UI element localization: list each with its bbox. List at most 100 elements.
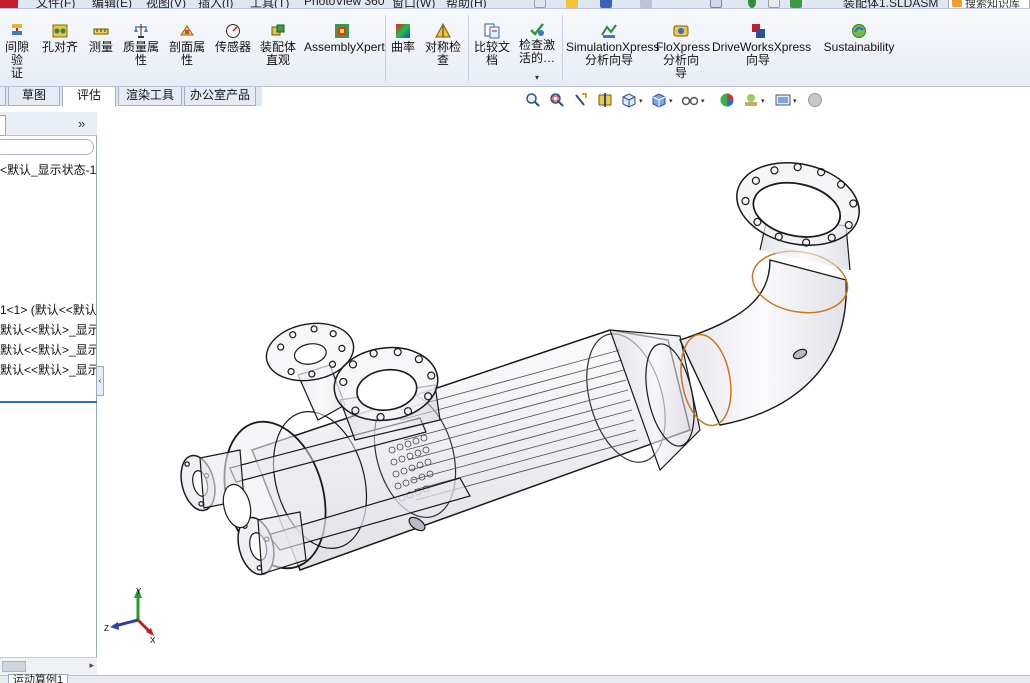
- mass-properties-button[interactable]: 质量属 性: [120, 23, 162, 67]
- view-settings-icon[interactable]: [775, 92, 791, 108]
- tab-motion-study[interactable]: 运动算例1: [8, 674, 69, 683]
- simulationxpress-icon: [601, 24, 617, 38]
- feature-manager-panel: » <默认_显示状态-1 1<1> (默认<<默认 默认<<默认>_显示 默认<…: [0, 112, 97, 683]
- triad-y-label: Y: [136, 587, 142, 596]
- check-active-dropdown-icon[interactable]: ▾: [535, 73, 539, 82]
- section-properties-button[interactable]: 剖面属 性: [166, 23, 208, 67]
- check-active-button[interactable]: 检查激 活的…: [515, 21, 559, 65]
- sensor-label: 传感器: [214, 40, 251, 54]
- toolbar-separator: [385, 15, 386, 81]
- tree-item-component[interactable]: 默认<<默认>_显示: [0, 361, 96, 378]
- assembly-visualization-label: 装配体 直观: [259, 40, 296, 67]
- feature-manager-tab[interactable]: [0, 115, 6, 136]
- command-manager: 间隙验 证 孔对齐 测量 质量属 性 剖面属 性 传感器 装配体 直观 Asse…: [0, 9, 1030, 87]
- sensor-icon: [226, 24, 240, 38]
- check-active-label: 检查激 活的…: [518, 38, 555, 65]
- display-style-icon[interactable]: [651, 92, 667, 108]
- curvature-label: 曲率: [390, 40, 415, 54]
- view-settings-dropdown-icon[interactable]: ▾: [793, 97, 797, 105]
- simulationxpress-button[interactable]: SimulationXpress 分析向导: [566, 23, 660, 67]
- solidworks-logo-icon[interactable]: [0, 0, 18, 8]
- assembly-visualization-button[interactable]: 装配体 直观: [256, 23, 300, 67]
- menu-photoview[interactable]: PhotoView 360: [304, 0, 385, 8]
- menu-edit[interactable]: 编辑(E): [92, 0, 132, 8]
- triad-z-label: Z: [104, 624, 109, 633]
- tab-render-tools[interactable]: 渲染工具: [118, 87, 182, 106]
- view-orientation-dropdown-icon[interactable]: ▾: [639, 97, 643, 105]
- tree-item-component[interactable]: 1<1> (默认<<默认: [0, 301, 96, 318]
- menu-window[interactable]: 窗口(W): [392, 0, 435, 8]
- assemblyxpert-icon: [335, 24, 349, 38]
- curvature-icon: [396, 24, 410, 38]
- menu-insert[interactable]: 插入(I): [198, 0, 233, 8]
- simulationxpress-label: SimulationXpress 分析向导: [566, 40, 660, 67]
- expand-panel-icon[interactable]: »: [78, 116, 85, 131]
- toolbar-separator: [468, 15, 469, 81]
- open-folder-icon[interactable]: [566, 0, 578, 8]
- view-orientation-icon[interactable]: [621, 92, 637, 108]
- zoom-to-fit-icon[interactable]: [525, 92, 541, 108]
- clearance-verification-button[interactable]: 间隙验 证: [0, 23, 34, 80]
- mass-properties-label: 质量属 性: [122, 40, 159, 67]
- symmetry-check-button[interactable]: 对称检 查: [421, 23, 465, 67]
- graphics-area[interactable]: Y Z X: [104, 112, 1030, 675]
- compare-documents-button[interactable]: 比较文 档: [472, 23, 512, 67]
- driveworksxpress-icon: [752, 24, 765, 38]
- save-icon[interactable]: [600, 0, 612, 8]
- mass-properties-icon: [134, 24, 148, 38]
- display-style-dropdown-icon[interactable]: ▾: [669, 97, 673, 105]
- driveworksxpress-label: DriveWorksXpress 向导: [712, 40, 812, 67]
- tree-item-component[interactable]: 默认<<默认>_显示: [0, 321, 96, 338]
- file-properties-icon[interactable]: [768, 0, 780, 8]
- edit-appearance-icon[interactable]: [719, 92, 735, 108]
- solidworks-window: 文件(F) 编辑(E) 视图(V) 插入(I) 工具(T) PhotoView …: [0, 0, 1030, 683]
- select-arrow-icon[interactable]: [710, 0, 722, 8]
- section-view-icon[interactable]: [597, 92, 613, 108]
- tab-evaluate[interactable]: 评估: [62, 87, 116, 107]
- menu-view[interactable]: 视图(V): [146, 0, 186, 8]
- hide-show-dropdown-icon[interactable]: ▾: [701, 97, 705, 105]
- zoom-to-area-icon[interactable]: [549, 92, 565, 108]
- hole-alignment-icon: [52, 24, 68, 38]
- clearance-verification-icon: [12, 24, 22, 35]
- assemblyxpert-label: AssemblyXpert: [304, 40, 385, 54]
- feature-manager-header: »: [0, 112, 97, 136]
- sensor-button[interactable]: 传感器: [212, 23, 254, 54]
- tab-partial[interactable]: [0, 87, 6, 106]
- horizontal-scrollbar[interactable]: ▸: [0, 657, 97, 675]
- tab-office-products[interactable]: 办公室产品: [184, 87, 256, 106]
- print-icon[interactable]: [640, 0, 652, 8]
- realview-graphics-icon[interactable]: [807, 92, 823, 108]
- toolbar-separator: [562, 15, 563, 81]
- apply-scene-icon[interactable]: [743, 92, 759, 108]
- sustainability-button[interactable]: Sustainability: [822, 23, 896, 54]
- hide-show-items-icon[interactable]: [681, 92, 699, 108]
- previous-view-icon[interactable]: [573, 92, 589, 108]
- menu-tools[interactable]: 工具(T): [250, 0, 289, 8]
- floxpress-button[interactable]: FloXpress 分析向 导: [656, 23, 710, 80]
- apply-scene-dropdown-icon[interactable]: ▾: [761, 97, 765, 105]
- measure-button[interactable]: 测量: [86, 23, 116, 54]
- menu-file[interactable]: 文件(F): [36, 0, 75, 8]
- scrollbar-thumb[interactable]: [2, 661, 26, 672]
- rebuild-icon[interactable]: [748, 0, 756, 8]
- tab-sketch[interactable]: 草图: [8, 87, 60, 106]
- tree-item-display-state[interactable]: <默认_显示状态-1: [0, 161, 96, 178]
- scroll-right-icon[interactable]: ▸: [89, 660, 94, 671]
- heat-exchanger-model[interactable]: [176, 152, 867, 580]
- hole-alignment-button[interactable]: 孔对齐: [40, 23, 80, 54]
- options-icon[interactable]: [790, 0, 802, 8]
- search-input[interactable]: 搜索知识库: [948, 0, 1030, 8]
- new-document-icon[interactable]: [534, 0, 546, 8]
- menu-help[interactable]: 帮助(H): [446, 0, 487, 8]
- triad-x-label: X: [150, 636, 156, 645]
- feature-tree-filter-input[interactable]: [0, 139, 94, 155]
- panel-collapse-handle[interactable]: ‹: [96, 366, 104, 396]
- driveworksxpress-button[interactable]: DriveWorksXpress 向导: [712, 23, 812, 67]
- assemblyxpert-button[interactable]: AssemblyXpert: [304, 23, 385, 54]
- document-title: 装配体1.SLDASM: [843, 0, 939, 9]
- tree-item-component[interactable]: 默认<<默认>_显示: [0, 341, 96, 358]
- assembly-visualization-icon: [271, 24, 285, 36]
- coordinate-triad: Y Z X: [104, 587, 156, 645]
- curvature-button[interactable]: 曲率: [388, 23, 418, 54]
